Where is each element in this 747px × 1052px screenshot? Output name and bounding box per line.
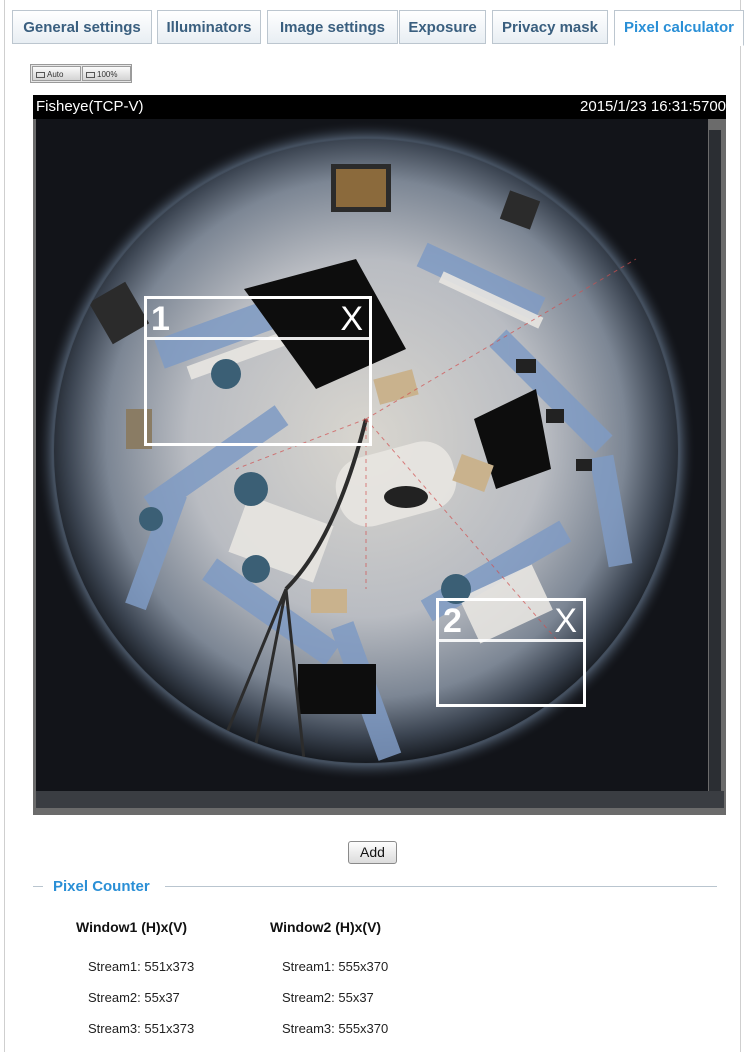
view-auto-button[interactable]: Auto <box>32 66 81 81</box>
video-edge <box>709 130 721 806</box>
window1-stream3: Stream3: 551x373 <box>88 1021 195 1036</box>
pixel-window-1-number: 1 <box>151 300 170 338</box>
pixel-window-2[interactable]: 2 X <box>436 598 586 707</box>
video-timestamp: 2015/1/23 16:31:5700 <box>580 95 726 119</box>
window1-stream1: Stream1: 551x373 <box>88 959 195 974</box>
video-panel: Fisheye(TCP-V) 2015/1/23 16:31:5700 1 X … <box>33 95 726 815</box>
window1-stream2: Stream2: 55x37 <box>88 990 180 1005</box>
tab-image-settings[interactable]: Image settings <box>267 10 398 44</box>
pixel-counter-section: Pixel Counter <box>33 878 717 895</box>
add-window-button[interactable]: Add <box>348 841 397 864</box>
view-auto-label: Auto <box>47 70 64 79</box>
stream-name: Fisheye(TCP-V) <box>36 98 144 115</box>
pixel-counter-title: Pixel Counter <box>53 878 150 895</box>
pixel-window-1[interactable]: 1 X <box>144 296 372 446</box>
fisheye-image <box>36 119 708 791</box>
timestamp-overflow: 00 <box>709 98 726 115</box>
pixel-window-1-close[interactable]: X <box>340 299 363 339</box>
tab-privacy-mask[interactable]: Privacy mask <box>492 10 608 44</box>
pixel-window-1-header[interactable] <box>147 299 369 340</box>
view-size-buttons: Auto 100% <box>30 64 132 83</box>
frame-icon <box>86 71 95 78</box>
window2-stream1: Stream1: 555x370 <box>282 959 389 974</box>
view-100-label: 100% <box>97 70 118 79</box>
tab-exposure[interactable]: Exposure <box>399 10 486 44</box>
pixel-window-2-number: 2 <box>443 602 462 640</box>
pixel-window-2-close[interactable]: X <box>554 601 577 641</box>
window2-header: Window2 (H)x(V) <box>270 919 382 935</box>
video-edge-bottom <box>36 791 724 808</box>
window2-stream2: Stream2: 55x37 <box>282 990 374 1005</box>
timestamp-text: 2015/1/23 16:31:57 <box>580 98 710 115</box>
fisheye-video[interactable]: 1 X 2 X <box>36 119 708 791</box>
view-100-button[interactable]: 100% <box>82 66 131 81</box>
video-title-bar: Fisheye(TCP-V) 2015/1/23 16:31:5700 <box>33 95 726 119</box>
tab-general-settings[interactable]: General settings <box>12 10 152 44</box>
tab-illuminators[interactable]: Illuminators <box>157 10 261 44</box>
section-rule <box>165 886 717 887</box>
tab-pixel-calculator[interactable]: Pixel calculator <box>614 10 744 46</box>
window1-header: Window1 (H)x(V) <box>76 919 188 935</box>
section-dash <box>33 886 43 887</box>
frame-icon <box>36 71 45 78</box>
window2-stream3: Stream3: 555x370 <box>282 1021 389 1036</box>
